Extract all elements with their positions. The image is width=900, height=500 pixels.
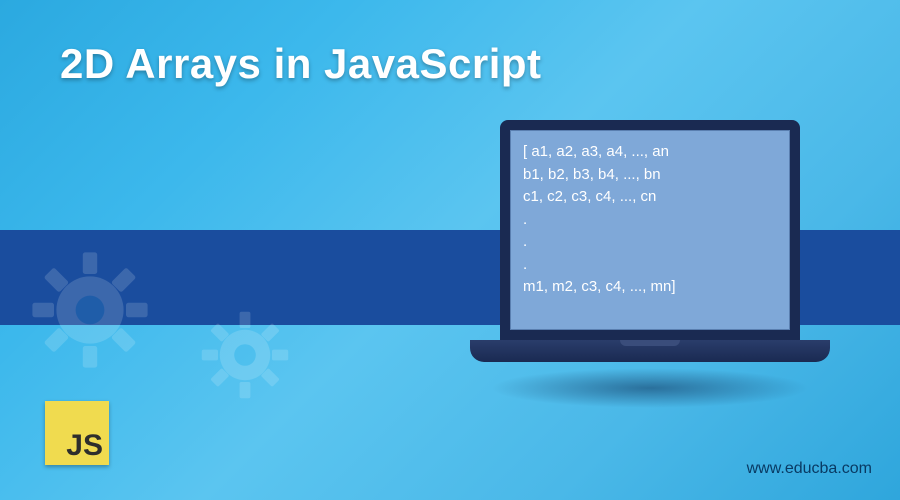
code-line: .: [523, 254, 777, 277]
laptop-frame: [ a1, a2, a3, a4, ..., anb1, b2, b3, b4,…: [500, 120, 800, 340]
laptop-base: [470, 340, 830, 362]
code-line: m1, m2, c3, c4, ..., mn]: [523, 276, 777, 299]
gear-icon: [200, 310, 290, 400]
laptop-screen-content: [ a1, a2, a3, a4, ..., anb1, b2, b3, b4,…: [510, 130, 790, 330]
code-line: .: [523, 231, 777, 254]
laptop-shadow: [490, 368, 810, 408]
code-line: c1, c2, c3, c4, ..., cn: [523, 186, 777, 209]
code-line: b1, b2, b3, b4, ..., bn: [523, 164, 777, 187]
javascript-logo-text: JS: [66, 429, 103, 463]
laptop-illustration: [ a1, a2, a3, a4, ..., anb1, b2, b3, b4,…: [470, 120, 830, 420]
code-line: [ a1, a2, a3, a4, ..., an: [523, 141, 777, 164]
javascript-logo: JS: [45, 401, 109, 465]
code-line: .: [523, 209, 777, 232]
website-url: www.educba.com: [747, 460, 872, 478]
gear-icon: [30, 250, 150, 370]
page-title: 2D Arrays in JavaScript: [60, 40, 542, 88]
